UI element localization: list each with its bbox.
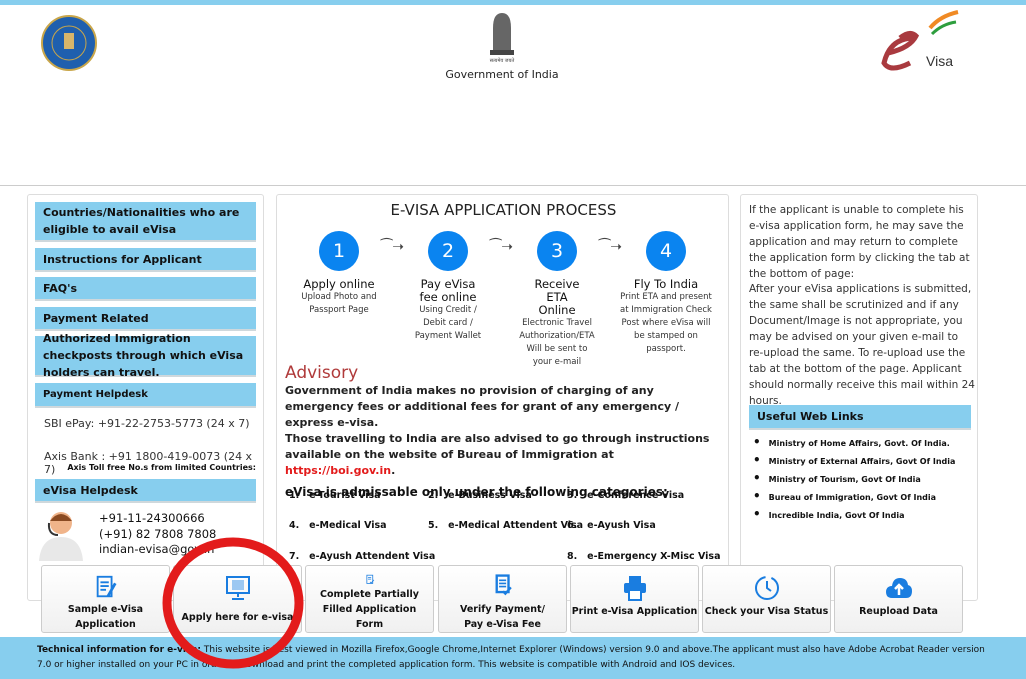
monitor-form-icon [225,576,250,600]
cloud-upload-icon [885,578,912,598]
arrow-right-icon: ⁀➝ [490,239,513,255]
print-evisa-button[interactable]: Print e-Visa Application [570,565,699,633]
menu-instructions[interactable]: Instructions for Applicant [35,248,256,272]
category-item: 8. e-Emergency X-Misc Visa [567,551,721,562]
document-edit-icon [96,575,116,598]
step-1-circle: 1 [319,231,359,271]
government-of-india-label: Government of India [445,68,559,81]
link-incredible-india[interactable]: Incredible India, Govt Of India [753,507,905,521]
menu-payment-helpdesk[interactable]: Payment Helpdesk [35,383,256,408]
sample-evisa-button[interactable]: Sample e-Visa Application [41,565,170,633]
technical-info-footer: Technical information for e-visa: This w… [0,637,1026,679]
printer-icon [623,576,646,601]
step-2: Pay eVisa fee online Using Credit / Debit… [414,277,482,342]
helpdesk-contacts: +91-11-24300666 (+91) 82 7808 7808 india… [99,511,216,558]
link-tourism[interactable]: Ministry of Tourism, Govt Of India [753,471,921,485]
verify-document-icon [495,574,512,596]
menu-faq[interactable]: FAQ's [35,277,256,301]
header-divider [0,185,1026,186]
advisory-text-2: Those travelling to India are also advis… [285,432,710,477]
reupload-info-text: After your eVisa applications is submitt… [749,283,975,407]
category-item: 7. e-Ayush Attendent Visa [289,551,436,562]
left-sidebar: Countries/Nationalities who are eligible… [27,194,264,601]
category-item: 2. e-Business Visa [428,490,532,501]
step-3: Receive ETA Online Electronic Travel Auth… [519,277,595,368]
menu-checkposts[interactable]: Authorized Immigration checkposts throug… [35,332,256,379]
checklist-icon [365,574,374,584]
helpdesk-email[interactable]: indian-evisa@gov.in [99,542,216,558]
link-boi[interactable]: Bureau of Immigration, Govt Of India [753,489,936,503]
national-emblem [490,13,514,55]
helpdesk-phone-1: +91-11-24300666 [99,511,205,525]
emblem-motto: सत्यमेव जयते [489,58,515,64]
check-visa-status-button[interactable]: Check your Visa Status [702,565,831,633]
arrow-right-icon: ⁀➝ [599,239,622,255]
complete-partial-form-button[interactable]: Complete Partially Filled Application Fo… [305,565,434,633]
step-3-circle: 3 [537,231,577,271]
category-item: 3. e-Conference Visa [567,490,685,501]
axis-toll-free-note: Axis Toll free No.s from limited Countri… [67,463,256,472]
link-mea[interactable]: Ministry of External Affairs, Govt Of In… [753,453,956,467]
application-process-panel: E-VISA APPLICATION PROCESS 1 2 3 4 ⁀➝ ⁀➝… [276,194,729,601]
apply-evisa-button[interactable]: Apply here for e-visa [173,565,302,633]
link-mha[interactable]: Ministry of Home Affairs, Govt. Of India… [753,435,950,449]
menu-payment-related[interactable]: Payment Related [35,307,256,331]
category-item: 6. e-Ayush Visa [567,520,656,531]
sbi-helpline: SBI ePay: +91-22-2753-5773 (24 x 7) [44,417,250,430]
step-4: Fly To India Print ETA and present at Imm… [620,277,712,355]
save-info-text: If the applicant is unable to complete h… [749,204,970,280]
verify-payment-button[interactable]: Verify Payment/ Pay e-Visa Fee [438,565,567,633]
right-sidebar: If the applicant is unable to complete h… [740,194,978,601]
evisa-helpdesk-header: eVisa Helpdesk [35,479,256,503]
useful-links-header: Useful Web Links [749,405,971,430]
clock-icon [754,576,779,600]
advisory-title: Advisory [285,363,359,383]
evisa-logo[interactable]: Visa [880,8,960,72]
helpdesk-phone-2: (+91) 82 7808 7808 [99,526,217,541]
category-item: 5. e-Medical Attendent Visa [428,520,584,531]
step-2-circle: 2 [428,231,468,271]
step-4-circle: 4 [646,231,686,271]
step-1: Apply online Upload Photo and Passport Pa… [301,277,377,316]
helpdesk-avatar [39,512,83,561]
category-item: 4. e-Medical Visa [289,520,387,531]
advisory-text-1: Government of India makes no provision o… [285,384,680,429]
boi-link[interactable]: https://boi.gov.in [285,464,391,477]
reupload-data-button[interactable]: Reupload Data [834,565,963,633]
process-title: E-VISA APPLICATION PROCESS [390,201,617,219]
menu-eligible-countries[interactable]: Countries/Nationalities who are eligible… [35,202,256,242]
advisory-section: Advisory Government of India makes no pr… [285,363,725,499]
category-item: 1. e-Tourist Visa [289,490,381,501]
bureau-of-immigration-logo[interactable] [41,15,97,71]
top-bar [0,0,1026,5]
arrow-right-icon: ⁀➝ [381,239,404,255]
svg-text:Visa: Visa [926,53,953,69]
